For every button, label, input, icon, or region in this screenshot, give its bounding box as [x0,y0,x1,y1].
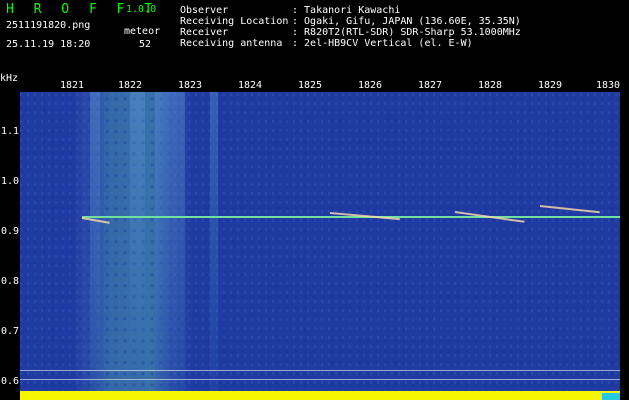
x-tick: 1829 [538,80,563,91]
spectrogram-noise [20,92,620,399]
spectrogram-band [90,92,100,399]
receiver-label: Receiver [180,27,229,38]
capture-datetime: 25.11.19 18:20 [6,39,91,50]
x-tick: 1830 [596,80,621,91]
x-tick: 1824 [238,80,263,91]
meteor-count: 52 [139,39,152,50]
spectrogram-band [130,92,145,399]
observer-value: : Takanori Kawachi [292,5,401,16]
x-tick: 1822 [118,80,143,91]
receiving-antenna-value: : 2el-HB9CV Vertical (el. E-W) [292,38,473,49]
file-name: 2511191820.png [6,20,91,31]
x-tick: 1821 [60,80,85,91]
carrier-signal-line [82,216,620,218]
y-axis-unit: kHz [0,73,19,84]
y-tick: 0.9 [1,226,20,237]
metadata-values: : Takanori Kawachi : Ogaki, Gifu, JAPAN … [292,5,521,49]
x-tick: 1823 [178,80,203,91]
x-tick: 1826 [358,80,383,91]
level-bar-cyan-right [602,393,620,400]
spectrogram-band [210,92,218,399]
y-tick: 0.8 [1,276,20,287]
spectrogram-panel [20,92,620,399]
meteor-label: meteor [124,26,161,37]
y-tick: 1.0 [1,176,20,187]
metadata-labels: Observer Receiving Location Receiver Rec… [180,5,288,49]
y-tick: 0.6 [1,376,20,387]
reference-line [20,370,620,371]
y-tick: 0.7 [1,326,20,337]
x-tick: 1825 [298,80,323,91]
receiving-location-value: : Ogaki, Gifu, JAPAN (136.60E, 35.35N) [292,16,521,27]
receiving-antenna-label: Receiving antenna [180,38,283,49]
x-tick: 1827 [418,80,443,91]
level-bar-yellow [20,391,620,400]
signal-level-bars [20,377,620,400]
receiving-location-label: Receiving Location [180,16,289,27]
app-version: 1.0.0 [126,4,157,15]
x-tick: 1828 [478,80,503,91]
observer-label: Observer [180,5,229,16]
receiver-value: : R820T2(RTL-SDR) SDR-Sharp 53.1000MHz [292,27,521,38]
y-tick: 1.1 [1,126,20,137]
spectrogram-band [155,92,185,399]
